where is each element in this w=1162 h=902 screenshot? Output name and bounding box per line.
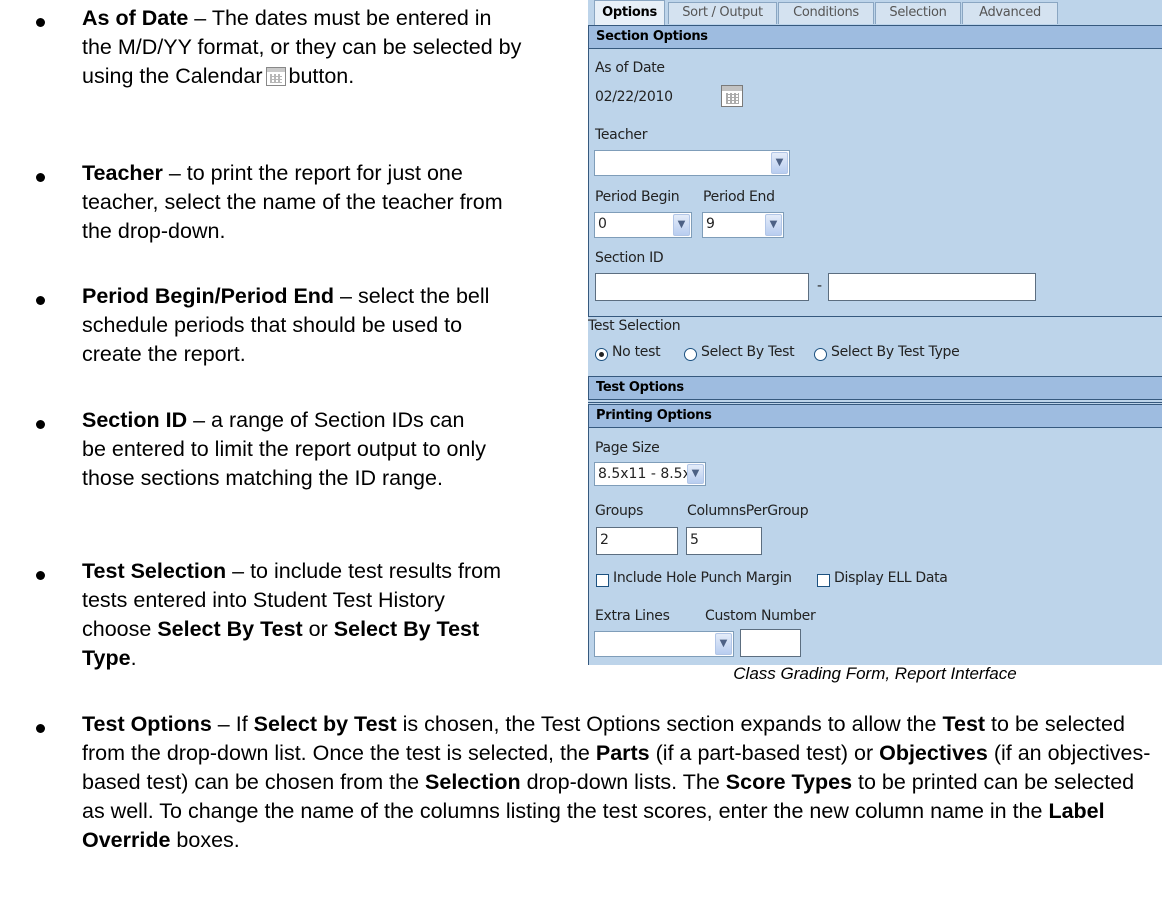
bullet-title: Section ID	[82, 408, 188, 432]
display-ell-checkbox[interactable]	[817, 574, 830, 587]
hole-punch-checkbox[interactable]	[596, 574, 609, 587]
section-id-to-input[interactable]	[828, 273, 1036, 301]
bullet-bold: Test	[942, 712, 986, 736]
chevron-down-icon[interactable]: ▼	[673, 214, 690, 236]
radio-select-by-test-type[interactable]	[814, 348, 827, 361]
tab-advanced[interactable]: Advanced	[962, 2, 1058, 24]
groups-input[interactable]: 2	[596, 527, 678, 555]
teacher-label: Teacher	[595, 127, 648, 143]
section-divider	[588, 402, 1162, 403]
bullet-dot	[36, 296, 45, 305]
tab-options[interactable]: Options	[594, 0, 665, 25]
bullet-title: As of Date	[82, 6, 189, 30]
section-border	[588, 404, 589, 665]
as-of-date-value[interactable]: 02/22/2010	[595, 89, 673, 105]
bullet-text-run: boxes.	[170, 828, 240, 852]
calendar-icon	[266, 67, 287, 86]
section-border	[588, 25, 589, 317]
chevron-down-icon[interactable]: ▼	[771, 152, 788, 174]
bullet-text-run: is chosen, the Test Options section expa…	[396, 712, 943, 736]
tab-sort-output[interactable]: Sort / Output	[668, 2, 777, 24]
bullet-text-end: .	[130, 646, 137, 670]
tab-conditions[interactable]: Conditions	[778, 2, 874, 24]
bullet-bold: Score Types	[725, 770, 853, 794]
bullet-dot	[36, 18, 45, 27]
as-of-date-label: As of Date	[595, 60, 665, 76]
radio-select-by-test[interactable]	[684, 348, 697, 361]
period-begin-value: 0	[598, 216, 607, 232]
teacher-select[interactable]: ▼	[594, 150, 790, 176]
columns-per-group-label: ColumnsPerGroup	[687, 503, 809, 519]
columns-per-group-input[interactable]: 5	[686, 527, 762, 555]
bullet-dot	[36, 420, 45, 429]
report-interface-panel: Options Sort / Output Conditions Selecti…	[588, 0, 1162, 665]
custom-number-input[interactable]	[740, 629, 801, 657]
test-selection-label: Test Selection	[588, 318, 681, 334]
test-options-header[interactable]: Test Options	[588, 376, 1162, 400]
period-begin-label: Period Begin	[595, 189, 680, 205]
page-size-select[interactable]: 8.5x11 - 8.5x' ▼	[594, 462, 706, 486]
bullet-title: Test Options	[82, 712, 212, 736]
groups-label: Groups	[595, 503, 644, 519]
hole-punch-label: Include Hole Punch Margin	[613, 570, 792, 586]
bullet-text: Test Options – If Select by Test is chos…	[82, 710, 1162, 855]
bullet-dot	[36, 724, 45, 733]
bullet-bold: Selection	[425, 770, 521, 794]
radio-no-test[interactable]	[595, 348, 608, 361]
extra-lines-label: Extra Lines	[595, 608, 670, 624]
chevron-down-icon[interactable]: ▼	[687, 464, 704, 484]
period-end-value: 9	[706, 216, 715, 232]
tab-bar: Options Sort / Output Conditions Selecti…	[588, 0, 1162, 25]
figure-caption: Class Grading Form, Report Interface	[733, 664, 1017, 683]
extra-lines-select[interactable]: ▼	[594, 631, 734, 657]
custom-number-label: Custom Number	[705, 608, 816, 624]
radio-select-by-test-type-label: Select By Test Type	[831, 344, 960, 360]
page-size-value: 8.5x11 - 8.5x'	[598, 466, 695, 482]
printing-options-header[interactable]: Printing Options	[588, 404, 1162, 428]
bullet-bold: Select by Test	[253, 712, 397, 736]
page-size-label: Page Size	[595, 440, 660, 456]
bullet-text-end: button.	[288, 64, 355, 88]
calendar-button-icon[interactable]	[721, 85, 743, 107]
bullet-text-run: (if a part-based test) or	[649, 741, 880, 765]
bullet-bold: Select By Test	[157, 617, 303, 641]
section-options-header[interactable]: Section Options	[588, 25, 1162, 49]
section-id-from-input[interactable]	[595, 273, 809, 301]
period-end-select[interactable]: 9 ▼	[702, 212, 784, 238]
bullet-dot	[36, 173, 45, 182]
bullet-dot	[36, 571, 45, 580]
radio-select-by-test-label: Select By Test	[701, 344, 795, 360]
bullet-title: Test Selection	[82, 559, 227, 583]
chevron-down-icon[interactable]: ▼	[715, 633, 732, 655]
bullet-title: Teacher	[82, 161, 163, 185]
chevron-down-icon[interactable]: ▼	[765, 214, 782, 236]
bullet-bold: Objectives	[879, 741, 988, 765]
period-begin-select[interactable]: 0 ▼	[594, 212, 692, 238]
bullet-text-mid: or	[302, 617, 334, 641]
bullet-text-run: – If	[217, 712, 254, 736]
tab-selection[interactable]: Selection	[875, 2, 961, 24]
period-end-label: Period End	[703, 189, 775, 205]
section-id-dash: -	[817, 278, 822, 294]
bullet-bold: Parts	[595, 741, 650, 765]
radio-no-test-label: No test	[612, 344, 661, 360]
bullet-title: Period Begin/Period End	[82, 284, 335, 308]
bullet-text-run: drop-down lists. The	[520, 770, 726, 794]
section-id-label: Section ID	[595, 250, 664, 266]
section-divider	[588, 316, 1162, 317]
display-ell-label: Display ELL Data	[834, 570, 948, 586]
